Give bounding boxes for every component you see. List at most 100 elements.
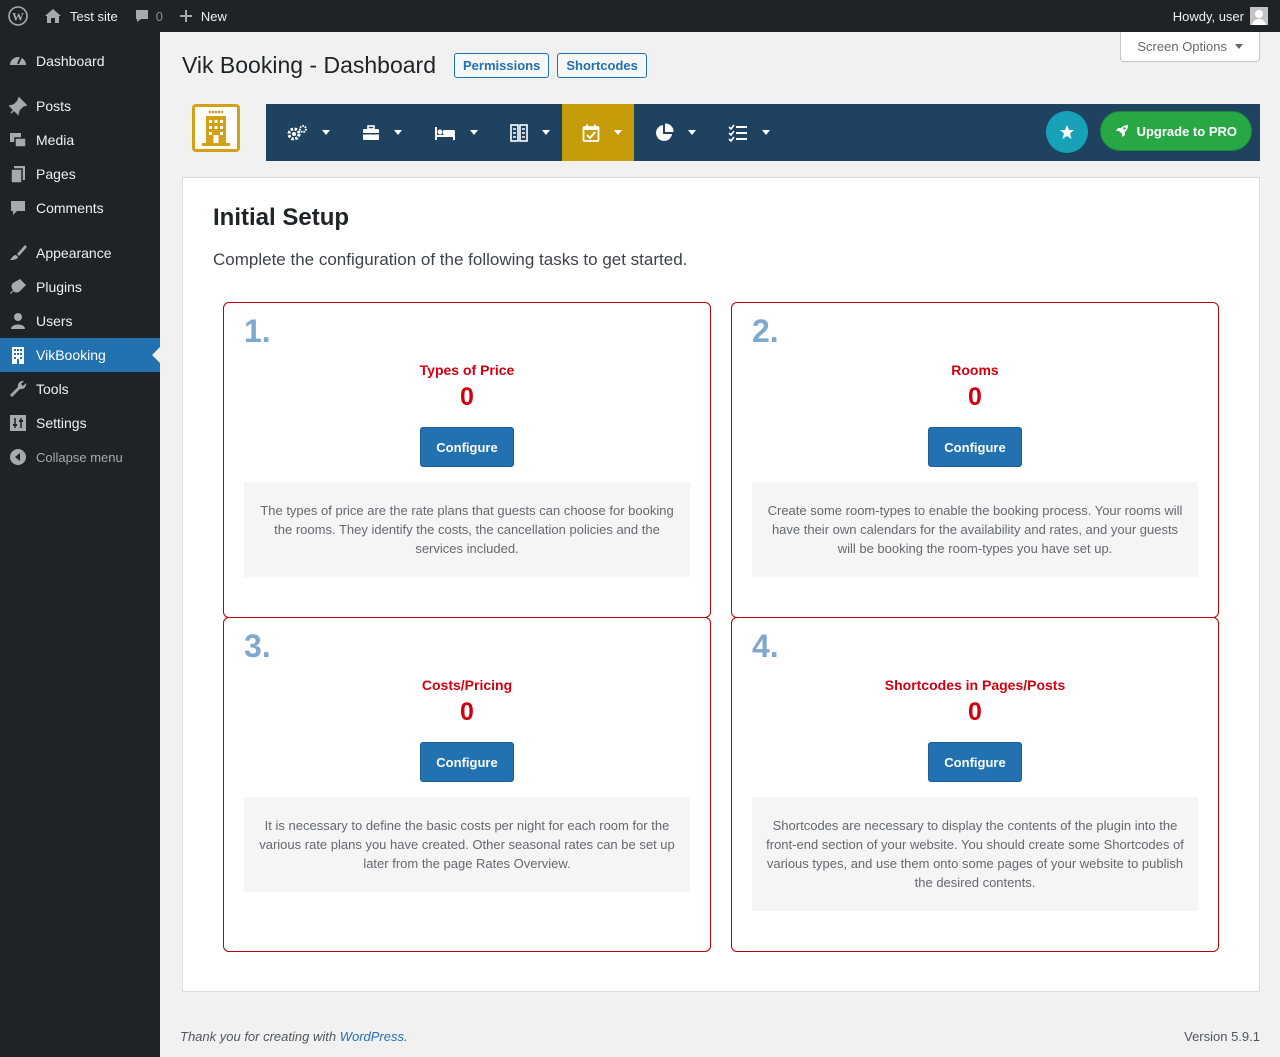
sidebar-item-tools[interactable]: Tools: [0, 372, 160, 406]
sidebar-item-plugins[interactable]: Plugins: [0, 270, 160, 304]
comment-icon: [134, 8, 150, 24]
brush-icon: [8, 243, 28, 263]
pages-icon: [8, 164, 28, 184]
caret-down-icon: [614, 130, 622, 135]
toolbar-pricing-menu[interactable]: [490, 104, 562, 161]
wrench-icon: [8, 379, 28, 399]
configure-button[interactable]: Configure: [928, 427, 1022, 467]
caret-down-icon: [762, 130, 770, 135]
step-number: 3.: [244, 628, 271, 664]
comments-link[interactable]: 0: [126, 0, 171, 32]
wordpress-link[interactable]: WordPress: [340, 1029, 404, 1044]
collapse-menu-button[interactable]: Collapse menu: [0, 440, 160, 474]
comments-count: 0: [155, 8, 163, 24]
toolbar-global-menu[interactable]: [266, 104, 342, 161]
plus-icon: [179, 9, 193, 23]
sidebar-item-comments[interactable]: Comments: [0, 191, 160, 225]
media-icon: [8, 130, 28, 150]
footer-thanks-text: Thank you for creating with: [180, 1029, 337, 1044]
home-icon: [44, 8, 62, 24]
setup-card-costs-pricing: 3. Costs/Pricing 0 Configure It is neces…: [223, 617, 711, 952]
avatar: [1250, 7, 1268, 25]
my-account-link[interactable]: Howdy, user: [1165, 0, 1280, 32]
toolbar-rooms-menu[interactable]: [414, 104, 490, 161]
sidebar-item-vikbooking[interactable]: VikBooking: [0, 338, 160, 372]
toolbar-management-menu[interactable]: [342, 104, 414, 161]
admin-sidebar: Dashboard Posts Media Pages Comments App…: [0, 32, 160, 1057]
sidebar-item-label: Media: [36, 132, 75, 148]
plug-icon: [8, 277, 28, 297]
toolbar-reports-menu[interactable]: [634, 104, 708, 161]
sidebar-item-posts[interactable]: Posts: [0, 89, 160, 123]
footer-thanks-suffix: .: [404, 1029, 408, 1044]
star-button[interactable]: [1046, 111, 1088, 153]
sidebar-item-label: Posts: [36, 98, 72, 114]
greeting-label: Howdy, user: [1172, 8, 1244, 24]
sidebar-item-dashboard[interactable]: Dashboard: [0, 44, 160, 78]
toolbar-bookings-menu[interactable]: [562, 104, 634, 161]
step-number: 1.: [244, 313, 271, 349]
rocket-icon: [1115, 124, 1137, 138]
card-title: Rooms: [951, 362, 999, 378]
permissions-button[interactable]: Permissions: [454, 53, 550, 78]
caret-down-icon: [394, 130, 402, 135]
caret-down-icon: [1235, 44, 1243, 49]
shortcodes-button[interactable]: Shortcodes: [557, 53, 647, 78]
calendar-check-icon: [582, 124, 600, 142]
card-description: It is necessary to define the basic cost…: [244, 797, 690, 892]
columns-icon: [510, 123, 528, 142]
card-title: Shortcodes in Pages/Posts: [884, 677, 1066, 693]
sidebar-item-settings[interactable]: Settings: [0, 406, 160, 440]
sidebar-item-media[interactable]: Media: [0, 123, 160, 157]
checklist-icon: [728, 124, 748, 142]
pin-icon: [8, 96, 28, 116]
bed-icon: [434, 125, 456, 141]
user-icon: [8, 311, 28, 331]
building-icon: [8, 345, 28, 365]
star-icon: [1059, 124, 1075, 140]
screen-options-button[interactable]: Screen Options: [1120, 32, 1260, 62]
sidebar-item-label: Users: [36, 313, 73, 329]
new-content-link[interactable]: New: [171, 0, 235, 32]
new-label: New: [200, 8, 227, 24]
card-count: 0: [968, 698, 982, 726]
wordpress-logo-icon[interactable]: W: [0, 0, 36, 32]
page-title: Vik Booking - Dashboard: [182, 52, 436, 78]
setup-subtitle: Complete the configuration of the follow…: [213, 250, 688, 269]
site-name-label: Test site: [70, 8, 118, 24]
pie-chart-icon: [654, 122, 674, 143]
toolbar-tasks-menu[interactable]: [708, 104, 782, 161]
setup-card-shortcodes: 4. Shortcodes in Pages/Posts 0 Configure…: [731, 617, 1219, 952]
step-number: 2.: [752, 313, 779, 349]
setup-title: Initial Setup: [213, 204, 350, 231]
sidebar-item-users[interactable]: Users: [0, 304, 160, 338]
screen-options-label: Screen Options: [1137, 39, 1227, 54]
sidebar-item-label: Plugins: [36, 279, 82, 295]
admin-bar: W Test site 0 New Howdy, user: [0, 0, 1280, 32]
sidebar-item-label: Dashboard: [36, 53, 105, 69]
footer-thanks: Thank you for creating with WordPress.: [180, 1029, 408, 1044]
sidebar-item-pages[interactable]: Pages: [0, 157, 160, 191]
sidebar-item-label: VikBooking: [36, 347, 106, 363]
site-name-link[interactable]: Test site: [36, 0, 126, 32]
configure-button[interactable]: Configure: [928, 742, 1022, 782]
sidebar-item-label: Comments: [36, 200, 104, 216]
configure-button[interactable]: Configure: [420, 742, 514, 782]
upgrade-to-pro-button[interactable]: Upgrade to PRO: [1099, 111, 1252, 151]
setup-card-rooms: 2. Rooms 0 Configure Create some room-ty…: [731, 302, 1219, 618]
card-count: 0: [460, 383, 474, 411]
setup-card-types-of-price: 1. Types of Price 0 Configure The types …: [223, 302, 711, 618]
card-count: 0: [968, 383, 982, 411]
upgrade-label: Upgrade to PRO: [1136, 123, 1237, 139]
sidebar-item-label: Tools: [36, 381, 69, 397]
caret-down-icon: [470, 130, 478, 135]
configure-button[interactable]: Configure: [420, 427, 514, 467]
sliders-icon: [8, 413, 28, 433]
caret-down-icon: [542, 130, 550, 135]
vikbooking-logo[interactable]: [192, 104, 240, 152]
svg-text:W: W: [12, 10, 24, 24]
sidebar-item-appearance[interactable]: Appearance: [0, 236, 160, 270]
initial-setup-panel: Initial Setup Complete the configuration…: [182, 177, 1260, 992]
caret-down-icon: [322, 130, 330, 135]
briefcase-icon: [362, 124, 380, 141]
